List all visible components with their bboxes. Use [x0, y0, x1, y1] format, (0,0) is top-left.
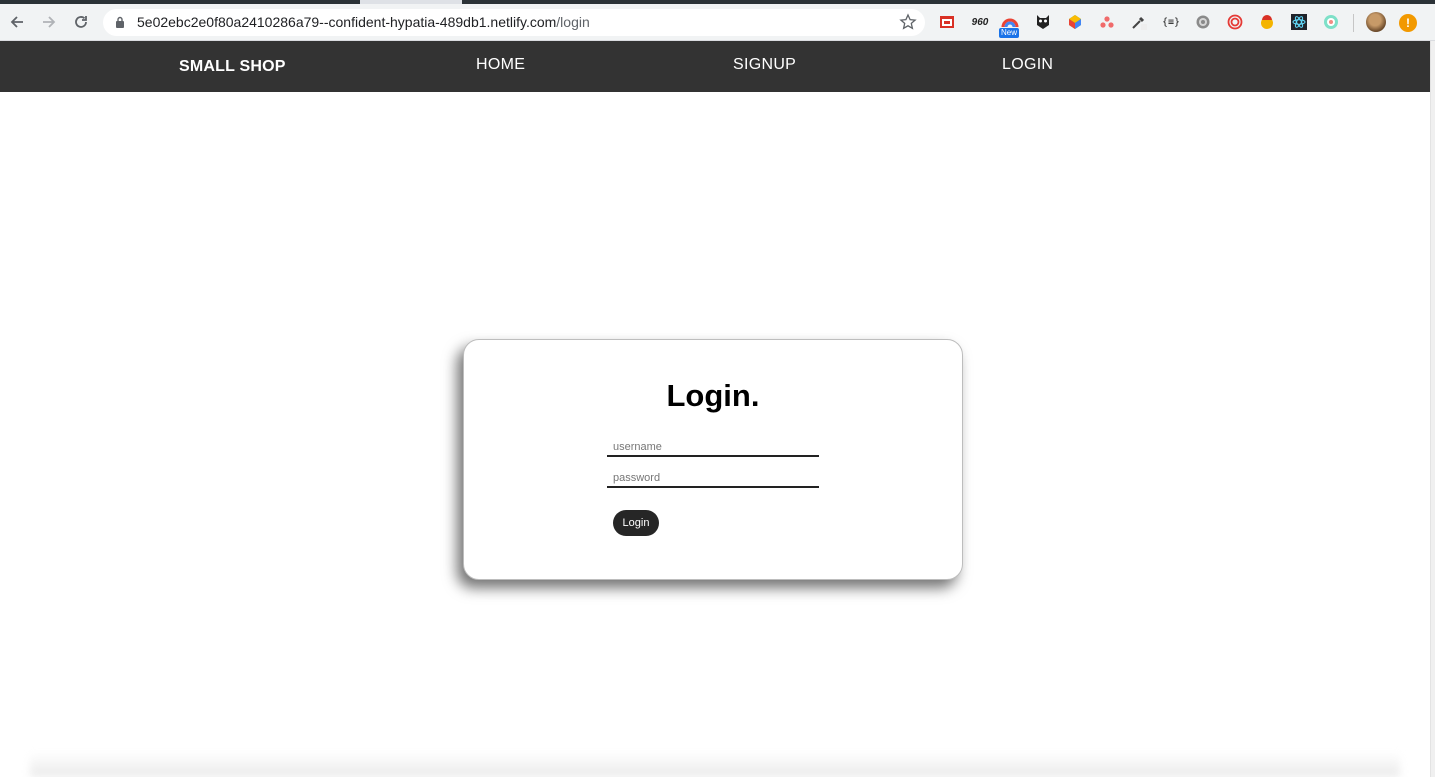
chroma-icon[interactable] [1322, 13, 1340, 31]
react-icon[interactable] [1290, 13, 1308, 31]
new-badge: New [999, 28, 1020, 38]
arrow-left-icon [10, 16, 23, 28]
asana-icon[interactable] [1098, 13, 1116, 31]
site-navbar: SMALL SHOP HOME SIGNUP LOGIN [0, 41, 1430, 92]
palette-icon[interactable] [1066, 13, 1084, 31]
url-host: 5e02ebc2e0f80a2410286a79--confident-hypa… [137, 14, 557, 30]
login-card: Login. Login [463, 339, 963, 580]
cookie-icon[interactable] [1258, 13, 1276, 31]
nav-link-signup[interactable]: SIGNUP [733, 56, 796, 74]
address-bar[interactable]: 5e02ebc2e0f80a2410286a79--confident-hypa… [103, 9, 925, 36]
arrow-right-icon [43, 16, 56, 28]
address-url: 5e02ebc2e0f80a2410286a79--confident-hypa… [137, 14, 590, 30]
url-path: /login [556, 14, 590, 30]
recorder-icon[interactable] [938, 13, 956, 31]
bookmark-star-icon[interactable] [899, 13, 917, 31]
login-button[interactable]: Login [613, 510, 659, 536]
back-button[interactable] [4, 9, 30, 35]
settings-gear-icon[interactable] [1194, 13, 1212, 31]
eyedropper-icon[interactable] [1130, 13, 1148, 31]
page-scrollbar[interactable] [1430, 41, 1435, 777]
username-input[interactable] [607, 438, 819, 457]
toolbar-separator [1353, 14, 1354, 32]
forward-button[interactable] [36, 9, 62, 35]
nav-link-login[interactable]: LOGIN [1002, 56, 1053, 74]
nav-link-home[interactable]: HOME [476, 56, 525, 74]
owl-icon[interactable] [1034, 13, 1052, 31]
password-input[interactable] [607, 469, 819, 488]
login-title: Login. [666, 378, 760, 413]
spiral-icon[interactable] [1226, 13, 1244, 31]
profile-avatar[interactable] [1366, 12, 1386, 32]
reload-icon [75, 16, 87, 28]
960-grid-icon[interactable]: 960 [969, 13, 991, 31]
browser-toolbar: 5e02ebc2e0f80a2410286a79--confident-hypa… [0, 4, 1435, 41]
brand-logo[interactable]: SMALL SHOP [179, 58, 286, 76]
page-bottom-shadow [30, 752, 1400, 777]
lock-icon [116, 16, 124, 28]
reload-button[interactable] [68, 9, 94, 35]
json-icon[interactable]: {≡} [1161, 13, 1181, 31]
update-alert-icon[interactable]: ! [1399, 14, 1417, 32]
